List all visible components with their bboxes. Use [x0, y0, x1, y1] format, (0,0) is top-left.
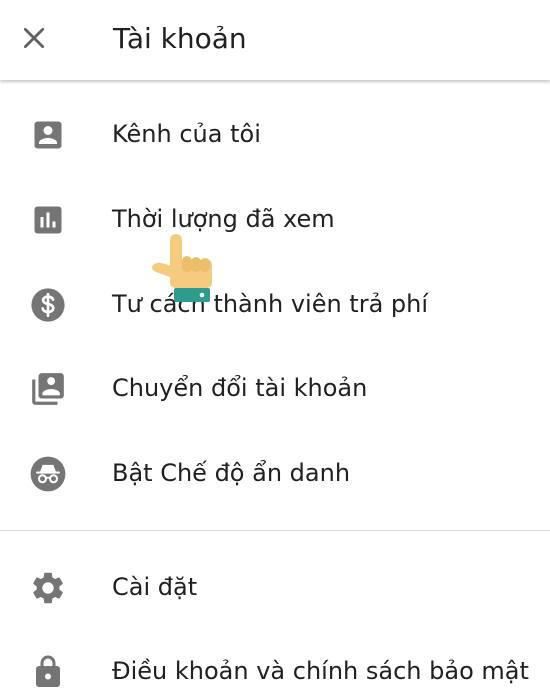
menu-item-label: Cài đặt: [112, 573, 198, 601]
lock-icon: [36, 655, 60, 687]
menu-item-paid-memberships[interactable]: Tư cách thành viên trả phí: [0, 262, 550, 346]
dollar-icon: [31, 288, 65, 322]
menu-item-my-channel[interactable]: Kênh của tôi: [0, 92, 550, 176]
close-icon: [23, 27, 45, 49]
pointing-hand-overlay: [148, 230, 220, 312]
menu-item-label: Kênh của tôi: [112, 120, 261, 148]
menu-item-label: Chuyển đổi tài khoản: [112, 374, 368, 402]
app-header: Tài khoản: [0, 0, 550, 80]
pointing-hand-icon: [152, 234, 212, 302]
incognito-icon: [30, 456, 66, 492]
menu-item-incognito[interactable]: Bật Chế độ ẩn danh: [0, 431, 550, 515]
menu-item-settings[interactable]: Cài đặt: [0, 545, 550, 629]
switch-account-icon: [32, 373, 64, 405]
gear-icon: [33, 572, 63, 604]
close-button[interactable]: [14, 18, 54, 58]
menu-item-switch-account[interactable]: Chuyển đổi tài khoản: [0, 346, 550, 430]
menu-item-time-watched[interactable]: Thời lượng đã xem: [0, 177, 550, 261]
account-menu-screen: Tài khoản Kênh của tôi Thời lượng đã xem: [0, 0, 550, 693]
account-box-icon: [34, 121, 62, 149]
menu-item-label: Điều khoản và chính sách bảo mật: [112, 657, 529, 685]
page-title: Tài khoản: [113, 22, 247, 55]
bar-chart-icon: [34, 206, 62, 234]
menu-item-label: Bật Chế độ ẩn danh: [112, 459, 351, 487]
menu-item-label: Thời lượng đã xem: [112, 205, 335, 233]
menu-item-terms-privacy[interactable]: Điều khoản và chính sách bảo mật: [0, 629, 550, 693]
menu-divider: [0, 530, 550, 531]
